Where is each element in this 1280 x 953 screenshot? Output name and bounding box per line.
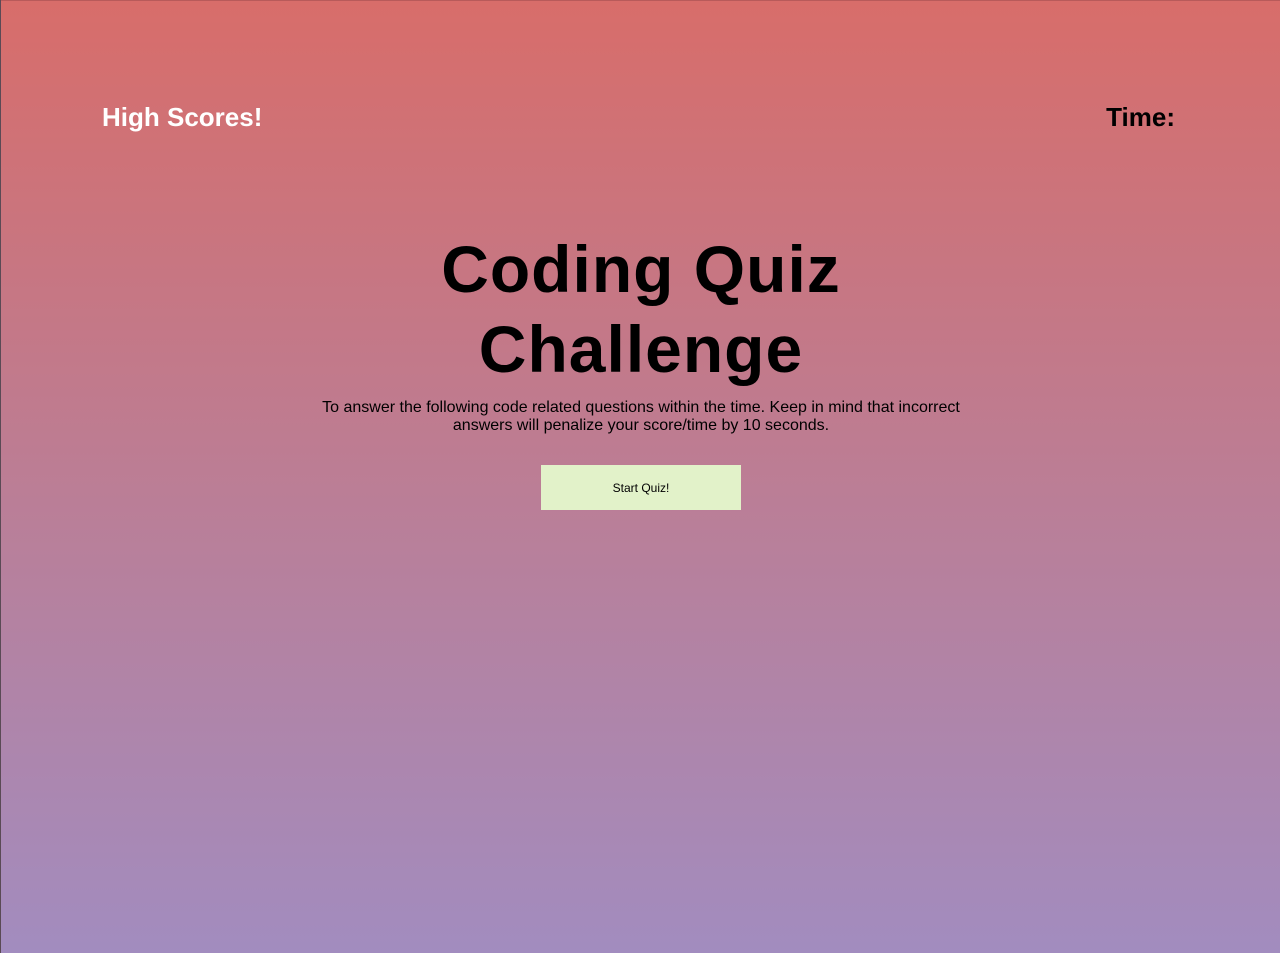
timer-label: Time:	[1106, 102, 1175, 132]
high-scores-link[interactable]: High Scores!	[102, 101, 262, 133]
page-title: Coding Quiz Challenge	[441, 232, 841, 386]
timer: Time:	[1106, 101, 1181, 133]
page-background: High Scores! Time: Coding Quiz Challenge…	[1, 1, 1280, 953]
start-quiz-button[interactable]: Start Quiz!	[541, 465, 741, 510]
quiz-intro-section: Coding Quiz Challenge To answer the foll…	[301, 229, 981, 510]
quiz-instructions: To answer the following code related que…	[322, 399, 960, 434]
